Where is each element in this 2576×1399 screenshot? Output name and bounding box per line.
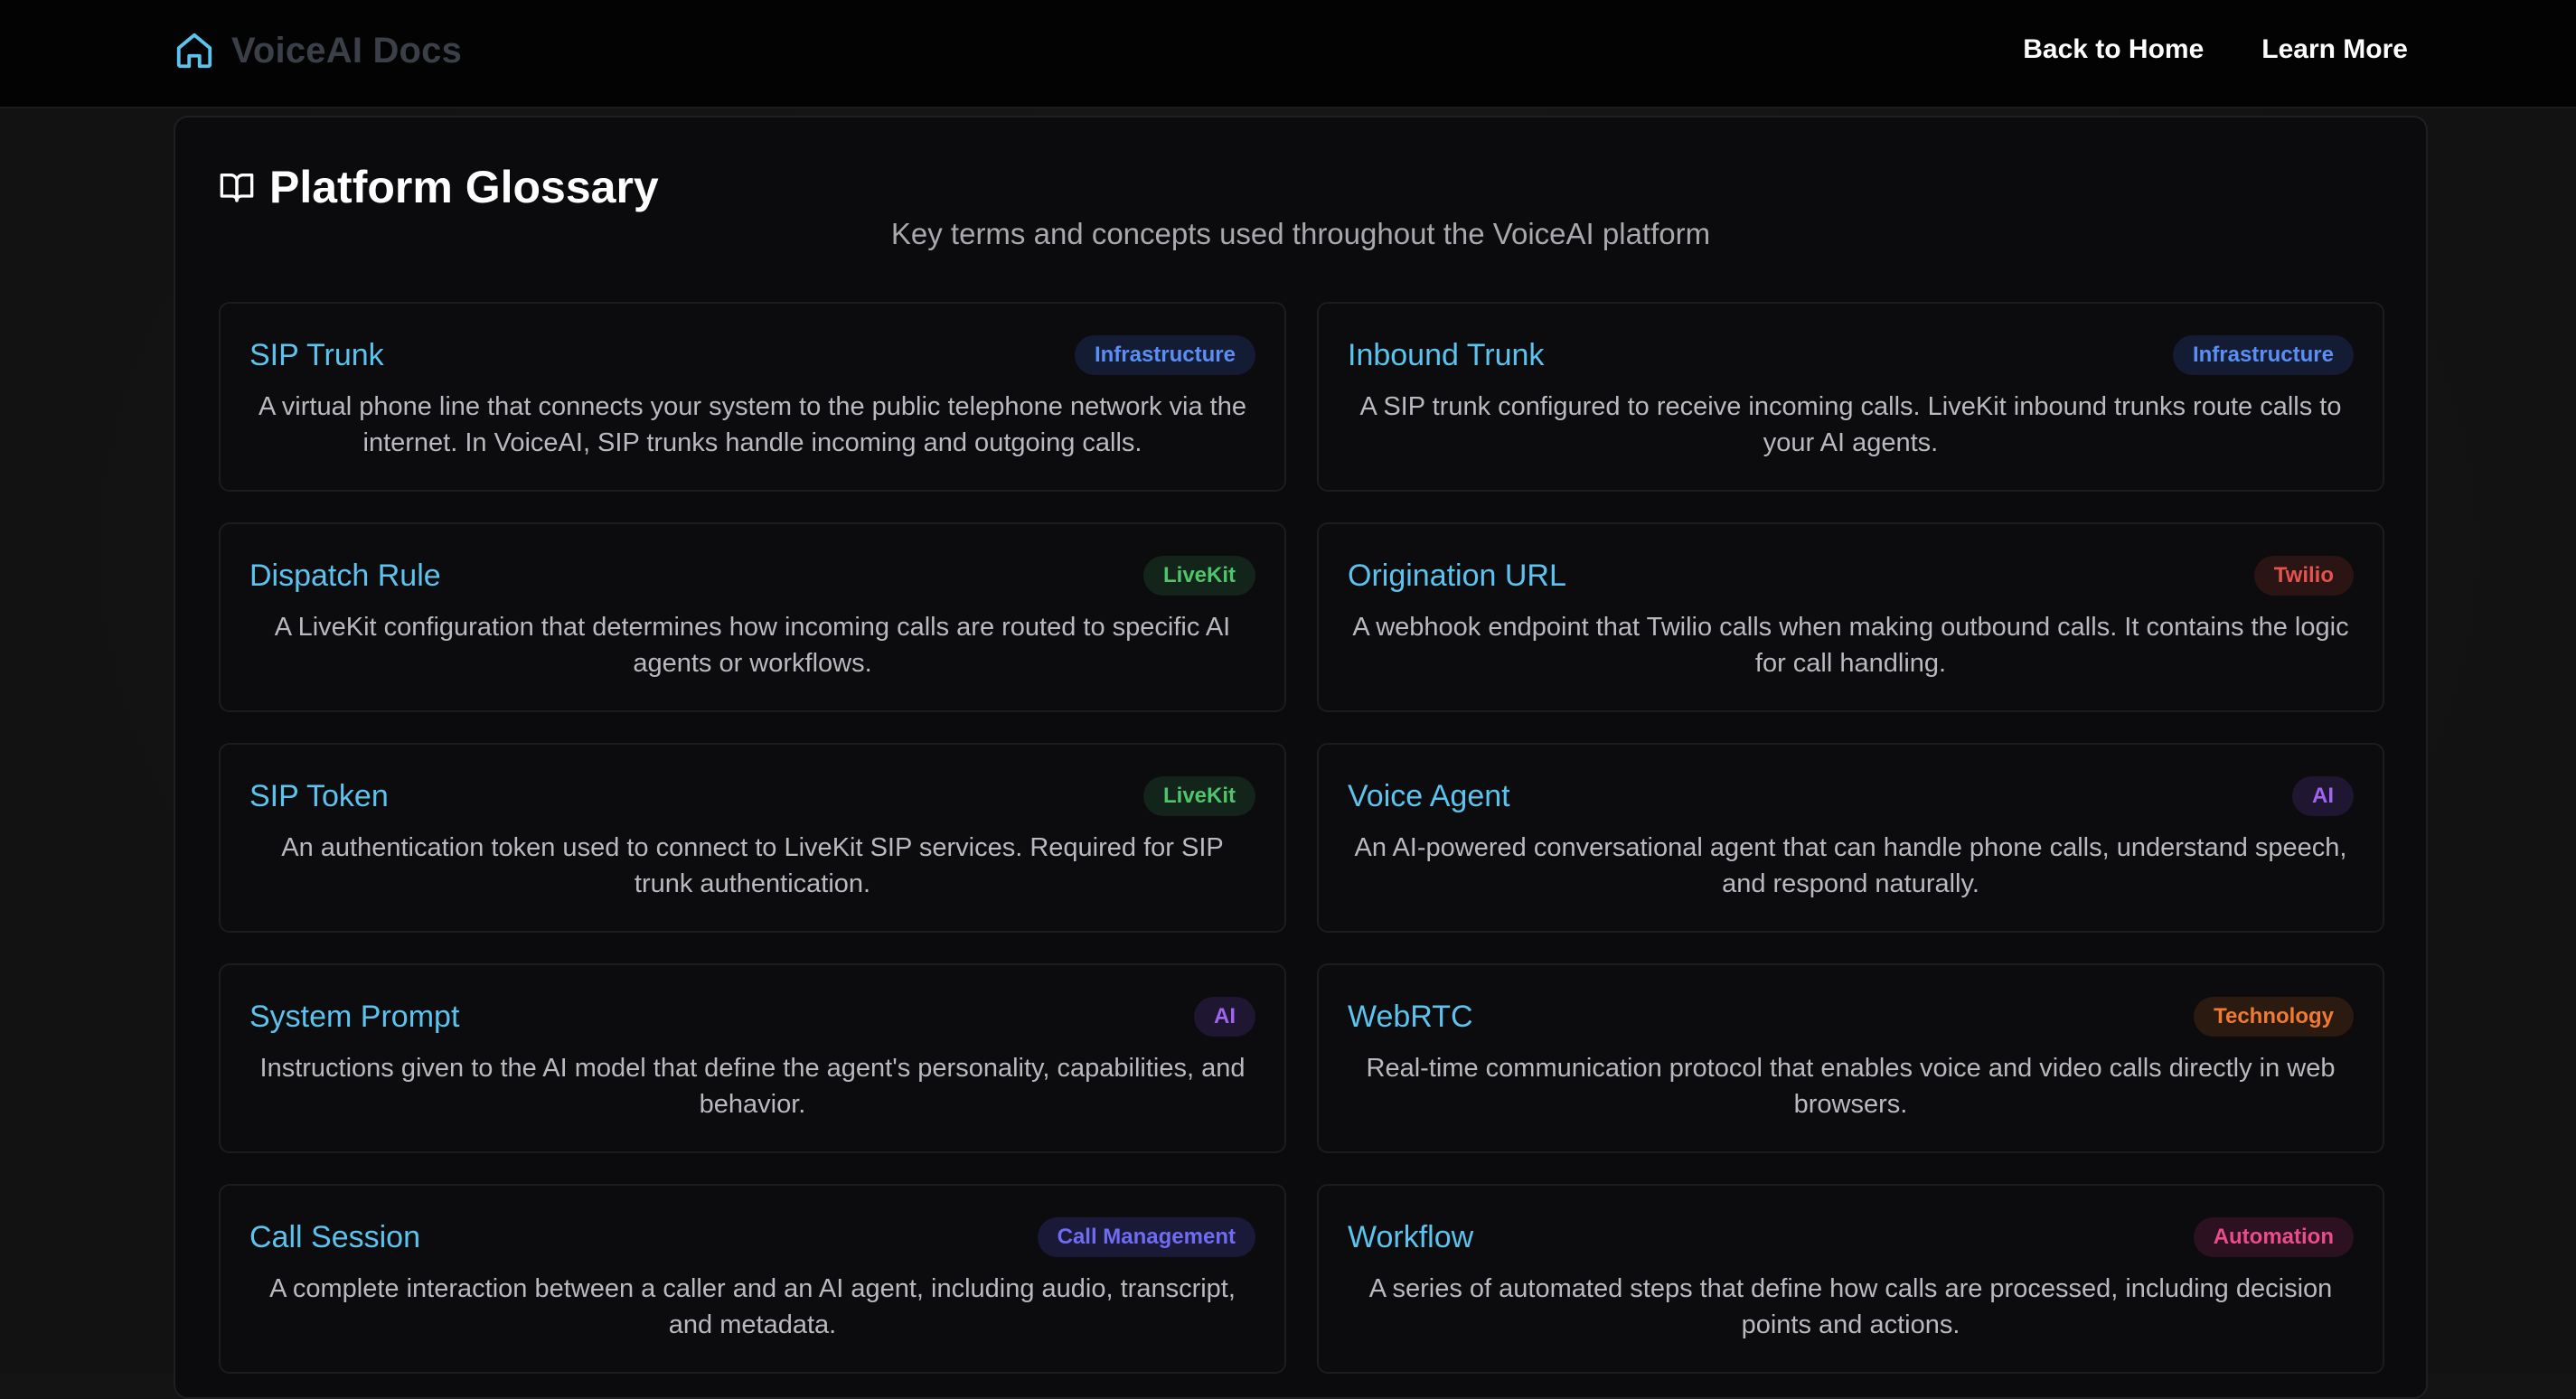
category-badge: Twilio xyxy=(2253,556,2354,596)
glossary-panel: Platform Glossary Key terms and concepts… xyxy=(174,116,2428,1399)
term-title: WebRTC xyxy=(1348,999,1473,1034)
glossary-header: Platform Glossary xyxy=(219,157,659,217)
term-title: Dispatch Rule xyxy=(249,558,441,593)
term-description: An authentication token used to connect … xyxy=(281,833,1224,898)
glossary-card: Voice Agent AI An AI-powered conversatio… xyxy=(1317,743,2384,933)
category-badge: Infrastructure xyxy=(1074,335,1255,375)
term-title: Workflow xyxy=(1348,1219,1474,1254)
term-description: Real-time communication protocol that en… xyxy=(1366,1054,2336,1119)
learn-more-link[interactable]: Learn More xyxy=(2261,34,2408,65)
term-title: Call Session xyxy=(249,1219,420,1254)
term-description: A virtual phone line that connects your … xyxy=(259,392,1246,457)
term-description: A SIP trunk configured to receive incomi… xyxy=(1359,392,2342,457)
back-to-home-link[interactable]: Back to Home xyxy=(2023,34,2204,65)
glossary-card: Inbound Trunk Infrastructure A SIP trunk… xyxy=(1317,302,2384,492)
glossary-card: Workflow Automation A series of automate… xyxy=(1317,1184,2384,1374)
page-subtitle: Key terms and concepts used throughout t… xyxy=(890,217,1711,250)
category-badge: LiveKit xyxy=(1142,556,1255,596)
category-badge: Infrastructure xyxy=(2172,335,2354,375)
top-navbar: VoiceAI Docs Back to Home Learn More xyxy=(0,0,2576,108)
category-badge: Call Management xyxy=(1037,1217,1255,1257)
term-description: A webhook endpoint that Twilio calls whe… xyxy=(1352,613,2349,678)
category-badge: Automation xyxy=(2193,1217,2354,1257)
brand-name: VoiceAI Docs xyxy=(231,30,463,70)
glossary-card: System Prompt AI Instructions given to t… xyxy=(219,963,1286,1153)
glossary-card: Dispatch Rule LiveKit A LiveKit configur… xyxy=(219,522,1286,712)
glossary-card: Call Session Call Management A complete … xyxy=(219,1184,1286,1374)
home-icon xyxy=(176,33,212,69)
glossary-card: SIP Token LiveKit An authentication toke… xyxy=(219,743,1286,933)
page-title: Platform Glossary xyxy=(269,162,659,212)
term-description: Instructions given to the AI model that … xyxy=(259,1054,1246,1119)
glossary-grid: SIP Trunk Infrastructure A virtual phone… xyxy=(219,302,2384,1374)
category-badge: Technology xyxy=(2194,997,2354,1037)
term-title: SIP Trunk xyxy=(249,337,384,372)
glossary-card: SIP Trunk Infrastructure A virtual phone… xyxy=(219,302,1286,492)
category-badge: LiveKit xyxy=(1142,776,1255,816)
category-badge: AI xyxy=(2292,776,2354,816)
nav-links: Back to Home Learn More xyxy=(2023,29,2408,70)
glossary-card: Origination URL Twilio A webhook endpoin… xyxy=(1317,522,2384,712)
term-description: A series of automated steps that define … xyxy=(1368,1274,2333,1339)
term-title: Inbound Trunk xyxy=(1348,337,1545,372)
term-title: Origination URL xyxy=(1348,558,1566,593)
term-title: SIP Token xyxy=(249,778,389,813)
term-title: System Prompt xyxy=(249,999,460,1034)
term-title: Voice Agent xyxy=(1348,778,1510,813)
brand-link[interactable]: VoiceAI Docs xyxy=(174,25,462,76)
term-description: An AI-powered conversational agent that … xyxy=(1354,833,2347,898)
category-badge: AI xyxy=(1194,997,1255,1037)
term-description: A LiveKit configuration that determines … xyxy=(274,613,1231,678)
term-description: A complete interaction between a caller … xyxy=(269,1274,1236,1339)
glossary-card: WebRTC Technology Real-time communicatio… xyxy=(1317,963,2384,1153)
book-open-icon xyxy=(220,174,254,202)
